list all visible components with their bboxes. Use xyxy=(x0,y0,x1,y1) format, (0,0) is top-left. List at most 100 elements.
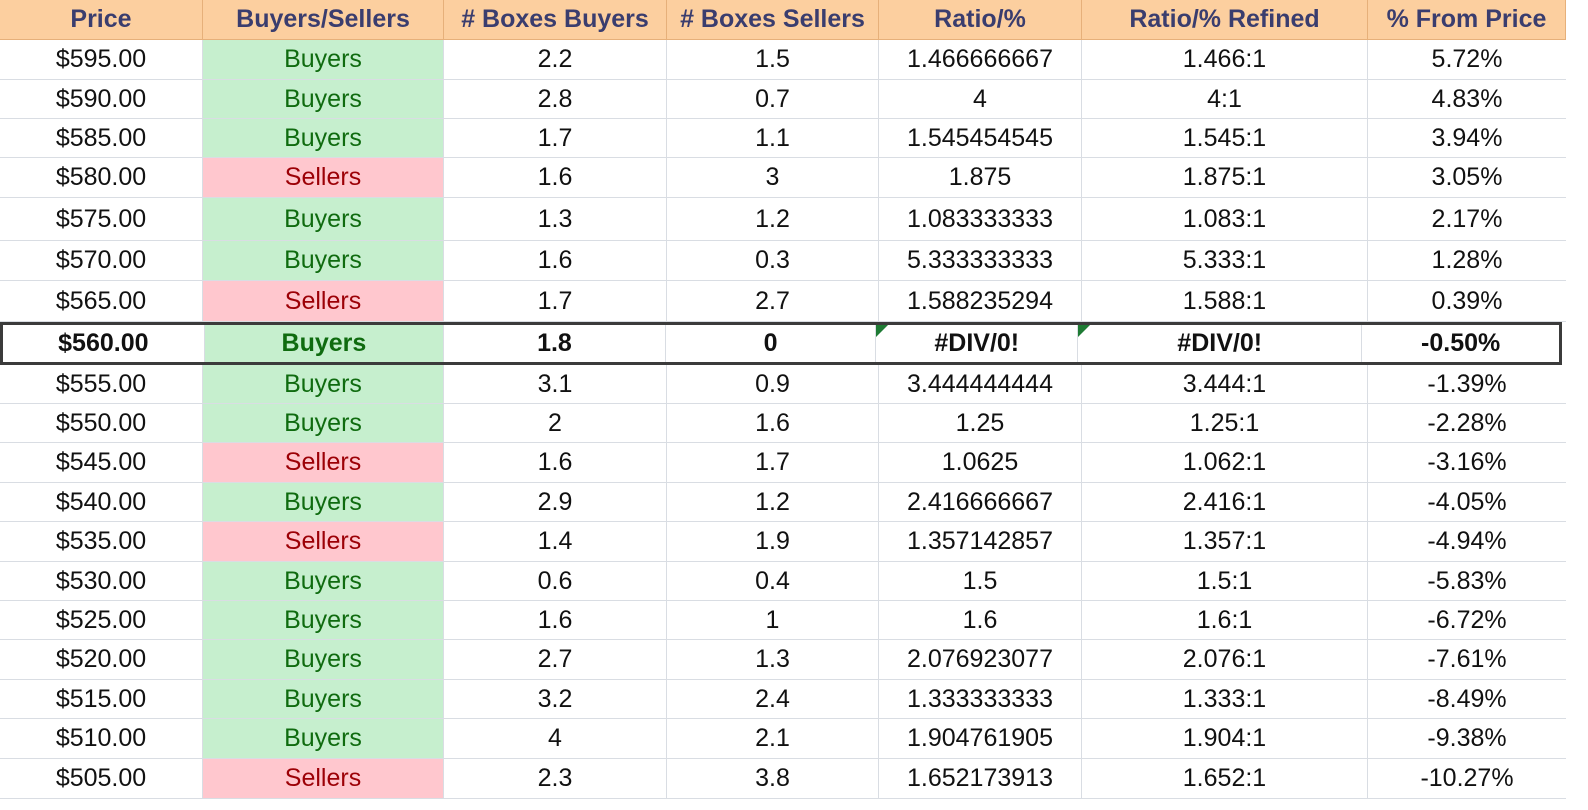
ratio-cell[interactable]: 2.076923077 xyxy=(879,640,1082,679)
ratio-cell[interactable]: 5.333333333 xyxy=(879,241,1082,280)
ratio-cell[interactable]: 1.652173913 xyxy=(879,759,1082,798)
price-cell[interactable]: $595.00 xyxy=(0,40,203,79)
boxes-buyers-cell[interactable]: 2.7 xyxy=(444,640,667,679)
boxes-sellers-cell[interactable]: 0.4 xyxy=(667,562,879,600)
side-cell[interactable]: Buyers xyxy=(203,198,444,240)
boxes-sellers-cell[interactable]: 1.3 xyxy=(667,640,879,679)
pct-from-price-cell[interactable]: -5.83% xyxy=(1368,562,1566,600)
pct-from-price-cell[interactable]: 0.39% xyxy=(1368,281,1566,321)
price-cell[interactable]: $525.00 xyxy=(0,601,203,639)
ratio-refined-cell[interactable]: 1.588:1 xyxy=(1082,281,1368,321)
pct-from-price-cell[interactable]: 3.94% xyxy=(1368,119,1566,157)
ratio-cell[interactable]: 1.25 xyxy=(879,404,1082,442)
boxes-buyers-cell[interactable]: 3.2 xyxy=(444,680,667,718)
ratio-cell[interactable]: 1.0625 xyxy=(879,443,1082,482)
boxes-sellers-cell[interactable]: 1.5 xyxy=(667,40,879,79)
pct-from-price-cell[interactable]: -8.49% xyxy=(1368,680,1566,718)
side-cell[interactable]: Buyers xyxy=(203,601,444,639)
ratio-refined-cell[interactable]: #DIV/0! xyxy=(1078,325,1363,362)
ratio-cell[interactable]: 2.416666667 xyxy=(879,483,1082,521)
boxes-sellers-cell[interactable]: 2.1 xyxy=(667,719,879,758)
ratio-refined-cell[interactable]: 1.5:1 xyxy=(1082,562,1368,600)
ratio-cell[interactable]: #DIV/0! xyxy=(876,325,1079,362)
side-cell[interactable]: Sellers xyxy=(203,281,444,321)
boxes-sellers-cell[interactable]: 1.2 xyxy=(667,483,879,521)
pct-from-price-cell[interactable]: -4.05% xyxy=(1368,483,1566,521)
boxes-buyers-cell[interactable]: 2.3 xyxy=(444,759,667,798)
ratio-cell[interactable]: 3.444444444 xyxy=(879,365,1082,403)
side-cell[interactable]: Buyers xyxy=(203,365,444,403)
side-cell[interactable]: Buyers xyxy=(203,719,444,758)
boxes-buyers-cell[interactable]: 1.6 xyxy=(444,443,667,482)
ratio-refined-cell[interactable]: 1.062:1 xyxy=(1082,443,1368,482)
price-cell[interactable]: $535.00 xyxy=(0,522,203,561)
ratio-cell[interactable]: 1.466666667 xyxy=(879,40,1082,79)
pct-from-price-cell[interactable]: -6.72% xyxy=(1368,601,1566,639)
boxes-sellers-cell[interactable]: 1.1 xyxy=(667,119,879,157)
ratio-refined-cell[interactable]: 1.904:1 xyxy=(1082,719,1368,758)
boxes-buyers-cell[interactable]: 2.9 xyxy=(444,483,667,521)
boxes-buyers-cell[interactable]: 4 xyxy=(444,719,667,758)
ratio-cell[interactable]: 1.5 xyxy=(879,562,1082,600)
header-boxes-sellers[interactable]: # Boxes Sellers xyxy=(667,0,879,39)
boxes-buyers-cell[interactable]: 2.2 xyxy=(444,40,667,79)
price-cell[interactable]: $590.00 xyxy=(0,80,203,118)
pct-from-price-cell[interactable]: 4.83% xyxy=(1368,80,1566,118)
side-cell[interactable]: Buyers xyxy=(203,404,444,442)
ratio-refined-cell[interactable]: 4:1 xyxy=(1082,80,1368,118)
ratio-refined-cell[interactable]: 2.416:1 xyxy=(1082,483,1368,521)
pct-from-price-cell[interactable]: -0.50% xyxy=(1362,325,1559,362)
boxes-buyers-cell[interactable]: 1.3 xyxy=(444,198,667,240)
price-cell[interactable]: $570.00 xyxy=(0,241,203,280)
boxes-buyers-cell[interactable]: 1.4 xyxy=(444,522,667,561)
side-cell[interactable]: Buyers xyxy=(204,325,445,362)
boxes-buyers-cell[interactable]: 1.6 xyxy=(444,158,667,197)
price-cell[interactable]: $580.00 xyxy=(0,158,203,197)
ratio-refined-cell[interactable]: 5.333:1 xyxy=(1082,241,1368,280)
header-ratio[interactable]: Ratio/% xyxy=(879,0,1082,39)
boxes-sellers-cell[interactable]: 3.8 xyxy=(667,759,879,798)
ratio-cell[interactable]: 1.083333333 xyxy=(879,198,1082,240)
boxes-sellers-cell[interactable]: 0.3 xyxy=(667,241,879,280)
price-cell[interactable]: $560.00 xyxy=(3,325,205,362)
side-cell[interactable]: Sellers xyxy=(203,759,444,798)
boxes-buyers-cell[interactable]: 3.1 xyxy=(444,365,667,403)
ratio-refined-cell[interactable]: 1.545:1 xyxy=(1082,119,1368,157)
price-cell[interactable]: $515.00 xyxy=(0,680,203,718)
ratio-refined-cell[interactable]: 1.6:1 xyxy=(1082,601,1368,639)
boxes-sellers-cell[interactable]: 1.7 xyxy=(667,443,879,482)
ratio-refined-cell[interactable]: 1.333:1 xyxy=(1082,680,1368,718)
pct-from-price-cell[interactable]: 1.28% xyxy=(1368,241,1566,280)
boxes-sellers-cell[interactable]: 1.2 xyxy=(667,198,879,240)
ratio-cell[interactable]: 1.6 xyxy=(879,601,1082,639)
price-cell[interactable]: $550.00 xyxy=(0,404,203,442)
ratio-cell[interactable]: 4 xyxy=(879,80,1082,118)
pct-from-price-cell[interactable]: 5.72% xyxy=(1368,40,1566,79)
side-cell[interactable]: Buyers xyxy=(203,562,444,600)
ratio-refined-cell[interactable]: 1.25:1 xyxy=(1082,404,1368,442)
ratio-refined-cell[interactable]: 1.083:1 xyxy=(1082,198,1368,240)
boxes-sellers-cell[interactable]: 1.9 xyxy=(667,522,879,561)
pct-from-price-cell[interactable]: 2.17% xyxy=(1368,198,1566,240)
boxes-sellers-cell[interactable]: 0 xyxy=(666,325,877,362)
boxes-sellers-cell[interactable]: 0.9 xyxy=(667,365,879,403)
ratio-cell[interactable]: 1.588235294 xyxy=(879,281,1082,321)
boxes-sellers-cell[interactable]: 0.7 xyxy=(667,80,879,118)
side-cell[interactable]: Buyers xyxy=(203,80,444,118)
ratio-refined-cell[interactable]: 2.076:1 xyxy=(1082,640,1368,679)
price-cell[interactable]: $545.00 xyxy=(0,443,203,482)
header-pct-from-price[interactable]: % From Price xyxy=(1368,0,1566,39)
side-cell[interactable]: Sellers xyxy=(203,522,444,561)
boxes-buyers-cell[interactable]: 0.6 xyxy=(444,562,667,600)
side-cell[interactable]: Buyers xyxy=(203,680,444,718)
ratio-cell[interactable]: 1.875 xyxy=(879,158,1082,197)
boxes-sellers-cell[interactable]: 3 xyxy=(667,158,879,197)
ratio-refined-cell[interactable]: 1.875:1 xyxy=(1082,158,1368,197)
boxes-sellers-cell[interactable]: 1.6 xyxy=(667,404,879,442)
ratio-cell[interactable]: 1.357142857 xyxy=(879,522,1082,561)
price-cell[interactable]: $555.00 xyxy=(0,365,203,403)
boxes-buyers-cell[interactable]: 1.7 xyxy=(444,281,667,321)
side-cell[interactable]: Buyers xyxy=(203,40,444,79)
side-cell[interactable]: Sellers xyxy=(203,158,444,197)
price-cell[interactable]: $585.00 xyxy=(0,119,203,157)
